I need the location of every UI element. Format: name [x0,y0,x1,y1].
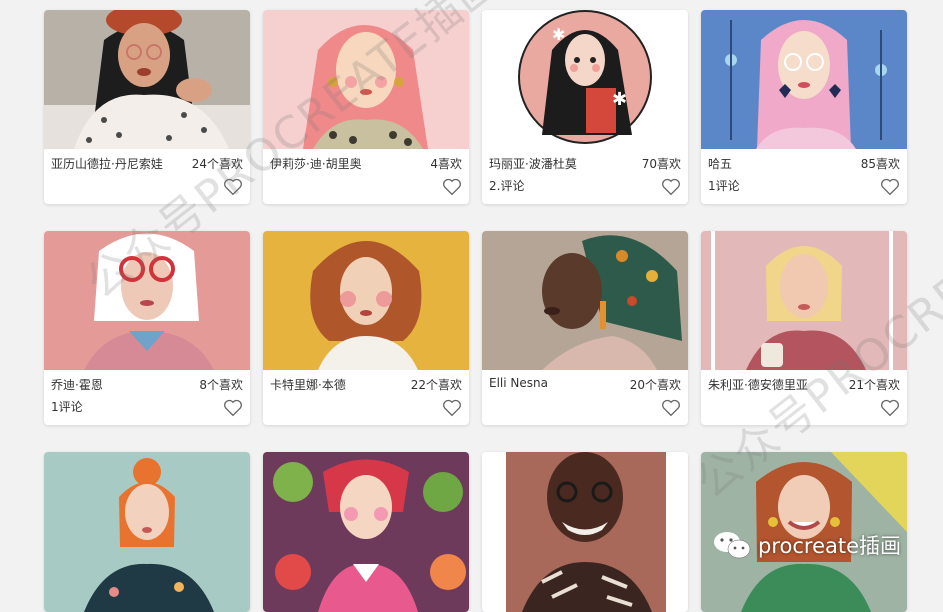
comment-count[interactable]: 2.评论 [489,177,524,194]
artwork-title[interactable]: Elli Nesna [489,376,548,390]
like-count: 70喜欢 [641,157,681,171]
artwork-title[interactable]: 朱利亚·德安德里亚 [708,376,808,393]
like-count: 8个喜欢 [199,378,243,392]
artwork-grid: 亚历山德拉·丹尼索娃 24个喜欢 伊莉莎·迪·胡里奥 4喜欢 ✱ ✱ 玛丽亚·波… [0,0,943,612]
artwork-thumbnail[interactable] [482,231,688,370]
comment-count[interactable]: 1评论 [51,398,83,415]
artwork-title[interactable]: 乔迪·霍恩 [51,376,103,393]
svg-text:✱: ✱ [552,25,565,44]
brand-text: procreate插画 [758,534,902,558]
heart-icon[interactable] [442,399,462,417]
artwork-thumbnail[interactable] [44,10,250,149]
brand-badge: procreate插画 [712,530,901,560]
artwork-thumbnail[interactable] [263,10,469,149]
artwork-thumbnail[interactable] [263,452,469,612]
wechat-icon [714,532,751,559]
artwork-thumbnail[interactable] [263,231,469,370]
heart-icon[interactable] [880,399,900,417]
artwork-title[interactable]: 玛丽亚·波潘杜莫 [489,155,577,172]
svg-text:✱: ✱ [612,89,627,110]
artwork-title[interactable]: 哈五 [708,155,732,172]
like-count: 21个喜欢 [848,378,900,392]
artwork-thumbnail[interactable] [44,231,250,370]
heart-icon[interactable] [223,399,243,417]
artwork-card[interactable]: Elli Nesna 20个喜欢 [482,231,688,425]
like-count: 24个喜欢 [191,157,243,171]
artwork-title[interactable]: 伊莉莎·迪·胡里奥 [270,155,362,172]
artwork-thumbnail[interactable] [44,452,250,612]
artwork-card[interactable]: 哈五 85喜欢 1评论 [701,10,907,204]
heart-icon[interactable] [661,399,681,417]
artwork-card[interactable]: 伊莉莎·迪·胡里奥 4喜欢 [263,10,469,204]
artwork-thumbnail[interactable] [701,10,907,149]
artwork-card[interactable] [44,452,250,612]
like-count: 85喜欢 [860,157,900,171]
artwork-card[interactable] [482,452,688,612]
heart-icon[interactable] [661,178,681,196]
comment-count[interactable]: 1评论 [708,177,740,194]
artwork-thumbnail[interactable] [482,452,688,612]
artwork-title[interactable]: 亚历山德拉·丹尼索娃 [51,155,163,172]
like-count: 4喜欢 [430,157,462,171]
artwork-title[interactable]: 卡特里娜·本德 [270,376,346,393]
like-count: 22个喜欢 [410,378,462,392]
artwork-card[interactable]: ✱ ✱ 玛丽亚·波潘杜莫 70喜欢 2.评论 [482,10,688,204]
artwork-card[interactable] [263,452,469,612]
artwork-thumbnail[interactable]: ✱ ✱ [482,10,688,149]
heart-icon[interactable] [880,178,900,196]
artwork-thumbnail[interactable] [701,231,907,370]
artwork-card[interactable]: 乔迪·霍恩 8个喜欢 1评论 [44,231,250,425]
like-count: 20个喜欢 [629,378,681,392]
heart-icon[interactable] [223,178,243,196]
artwork-card[interactable]: 朱利亚·德安德里亚 21个喜欢 [701,231,907,425]
artwork-card[interactable]: 卡特里娜·本德 22个喜欢 [263,231,469,425]
artwork-card[interactable]: 亚历山德拉·丹尼索娃 24个喜欢 [44,10,250,204]
heart-icon[interactable] [442,178,462,196]
